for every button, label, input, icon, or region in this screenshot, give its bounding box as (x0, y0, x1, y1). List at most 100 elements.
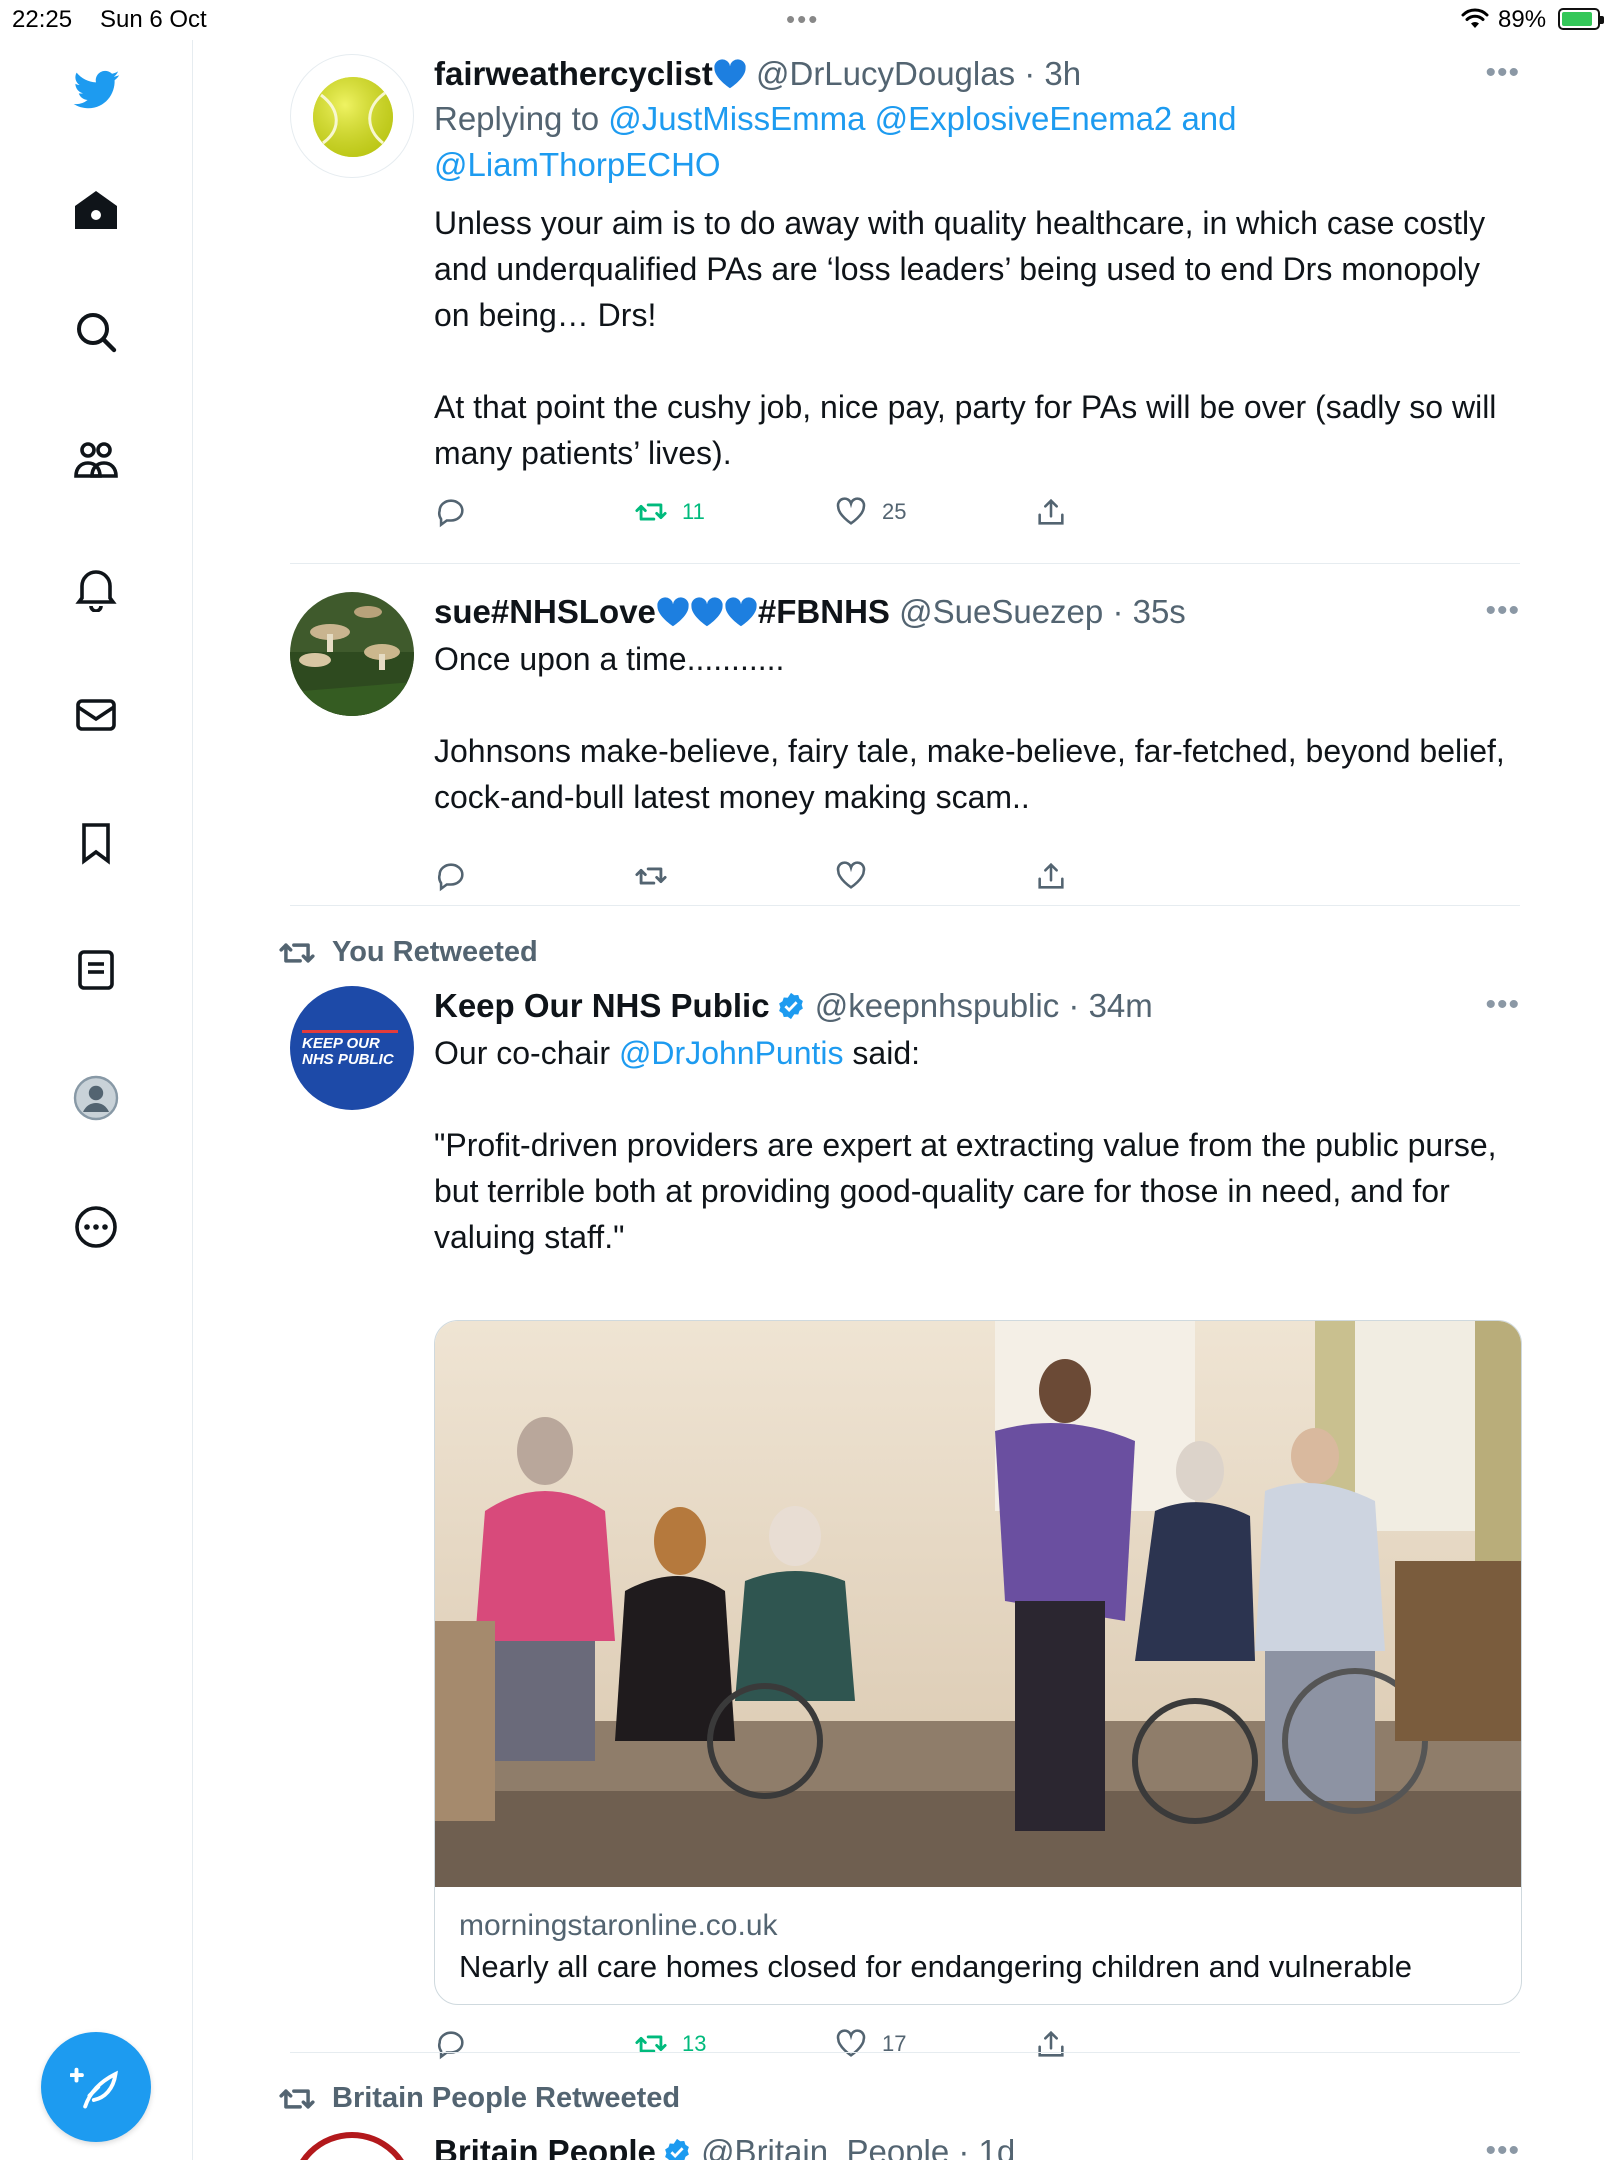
tweet-header: Keep Our NHS Public @keepnhspublic · 34m (434, 986, 1520, 1026)
replying-to: Replying to @JustMissEmma @ExplosiveEnem… (434, 100, 1237, 183)
tweet-more-icon[interactable]: ••• (1485, 594, 1520, 628)
like-heart-icon (836, 2029, 866, 2057)
like-button[interactable]: 17 (834, 2024, 906, 2064)
tweet-divider (290, 563, 1520, 564)
mention-link[interactable]: @JustMissEmma @ExplosiveEnema2 (608, 100, 1172, 137)
retweet-icon (635, 2035, 667, 2053)
display-name[interactable]: Keep Our NHS Public (434, 987, 770, 1024)
mention-link[interactable]: @LiamThorpECHO (434, 146, 721, 183)
status-time: 22:25 (12, 6, 73, 33)
mushrooms-avatar-image (290, 592, 414, 716)
communities-icon[interactable] (66, 430, 126, 490)
tweet-more-icon[interactable]: ••• (1485, 988, 1520, 1022)
reply-icon (438, 499, 464, 528)
link-card[interactable]: morningstaronline.co.uk Nearly all care … (434, 1320, 1522, 2005)
tweet-header: Britain People @Britain_People · 1d (434, 2132, 1520, 2160)
mention-link[interactable]: @DrJohnPuntis (619, 1035, 844, 1071)
tweet-divider (290, 2052, 1520, 2053)
retweet-icon (635, 503, 667, 521)
tweet-text: Once upon a time........... Johnsons mak… (434, 641, 1505, 815)
more-options-icon[interactable] (66, 1197, 126, 1257)
reply-icon (438, 863, 464, 892)
display-name[interactable]: sue#NHSLove #FBNHS (434, 593, 890, 630)
bookmarks-icon[interactable] (66, 813, 126, 873)
tweet-more-icon[interactable]: ••• (1485, 56, 1520, 90)
user-handle[interactable]: @keepnhspublic (815, 987, 1060, 1024)
retweet-small-icon (279, 942, 315, 963)
reply-button[interactable] (434, 856, 468, 896)
card-title: Nearly all care homes closed for endange… (459, 1949, 1412, 1984)
tweet-time[interactable]: · 1d (958, 2133, 1015, 2160)
tweet-time[interactable]: · 3h (1024, 55, 1081, 92)
avatar[interactable] (290, 54, 414, 178)
share-button[interactable] (1034, 492, 1068, 532)
retweet-icon (635, 867, 667, 885)
lists-icon[interactable] (66, 940, 126, 1000)
tennis-ball-avatar-image (313, 77, 393, 157)
tweet-time[interactable]: · 34m (1068, 987, 1152, 1024)
verified-badge-icon (778, 992, 803, 1020)
share-button[interactable] (1034, 2024, 1068, 2064)
avatar-logo: KEEP OUR NHS PUBLIC (302, 1030, 406, 1068)
timeline[interactable]: fairweathercyclist @DrLucyDouglas · 3h R… (192, 40, 1620, 2160)
tweet-actions: 11 25 (434, 492, 1134, 532)
like-button[interactable] (834, 856, 868, 896)
display-name[interactable]: fairweathercyclist (434, 55, 713, 92)
verified-badge-icon (665, 2138, 689, 2160)
battery-icon (1558, 8, 1604, 30)
user-handle[interactable]: @DrLucyDouglas (756, 55, 1015, 92)
tweet-actions (434, 856, 1134, 896)
retweet-button[interactable]: 11 (634, 492, 705, 532)
like-heart-icon (836, 861, 866, 889)
tweet-actions: 13 17 (434, 2024, 1134, 2064)
avatar[interactable]: KEEP OUR NHS PUBLIC (290, 986, 414, 1110)
profile-avatar-icon[interactable] (66, 1068, 126, 1128)
tweet[interactable]: KEEP OUR NHS PUBLIC Keep Our NHS Public … (290, 986, 1522, 2060)
wifi-icon (1461, 8, 1489, 28)
retweeted-by-label: Britain People Retweeted (278, 2082, 680, 2115)
retweet-button[interactable]: 13 (634, 2024, 706, 2064)
card-meta: morningstaronline.co.uk Nearly all care … (435, 1892, 1521, 2004)
retweet-count: 11 (682, 499, 705, 524)
retweet-button[interactable] (634, 856, 668, 896)
card-domain: morningstaronline.co.uk (459, 1909, 778, 1942)
compose-tweet-button[interactable] (41, 2032, 151, 2142)
share-icon (1038, 862, 1064, 889)
avatar[interactable] (290, 2132, 414, 2160)
sidebar (0, 40, 193, 2160)
multitasking-dots-icon[interactable]: ••• (786, 4, 819, 35)
tweet-text: "Profit-driven providers are expert at e… (434, 1127, 1506, 1255)
user-handle[interactable]: @SueSuezep (899, 593, 1103, 630)
like-button[interactable]: 25 (834, 492, 906, 532)
like-heart-icon (836, 497, 866, 525)
tweet-text: Unless your aim is to do away with quali… (434, 205, 1497, 471)
avatar[interactable] (290, 592, 414, 716)
card-image (435, 1321, 1521, 1887)
tweet[interactable]: fairweathercyclist @DrLucyDouglas · 3h R… (290, 54, 1520, 554)
user-handle[interactable]: @Britain_People (701, 2133, 949, 2160)
blue-heart-icon (714, 59, 746, 89)
tweet-divider (290, 905, 1520, 906)
notifications-bell-icon[interactable] (66, 558, 126, 618)
tweet-header: sue#NHSLove #FBNHS @SueSuezep · 35s (434, 592, 1520, 632)
home-icon[interactable] (66, 180, 126, 240)
reply-button[interactable] (434, 2024, 468, 2064)
compose-feather-icon (70, 2067, 118, 2109)
tweet-more-icon[interactable]: ••• (1485, 2134, 1520, 2160)
battery-percentage: 89% (1498, 6, 1547, 33)
tweet[interactable]: sue#NHSLove #FBNHS @SueSuezep · 35s Once … (290, 592, 1520, 912)
messages-envelope-icon[interactable] (66, 685, 126, 745)
tweet[interactable]: Britain People @Britain_People · 1d ••• (290, 2132, 1520, 2160)
blue-heart-icon (691, 597, 723, 627)
tweet-text-intro: Our co-chair @DrJohnPuntis said: (434, 1035, 920, 1071)
share-button[interactable] (1034, 856, 1068, 896)
like-count: 17 (882, 2031, 907, 2056)
reply-button[interactable] (434, 492, 468, 532)
blue-heart-icon (725, 597, 757, 627)
retweet-small-icon (279, 2088, 315, 2109)
display-name[interactable]: Britain People (434, 2133, 656, 2160)
tweet-time[interactable]: · 35s (1112, 593, 1185, 630)
reply-icon (438, 2031, 464, 2060)
search-icon[interactable] (66, 302, 126, 362)
twitter-logo-icon[interactable] (66, 60, 126, 120)
